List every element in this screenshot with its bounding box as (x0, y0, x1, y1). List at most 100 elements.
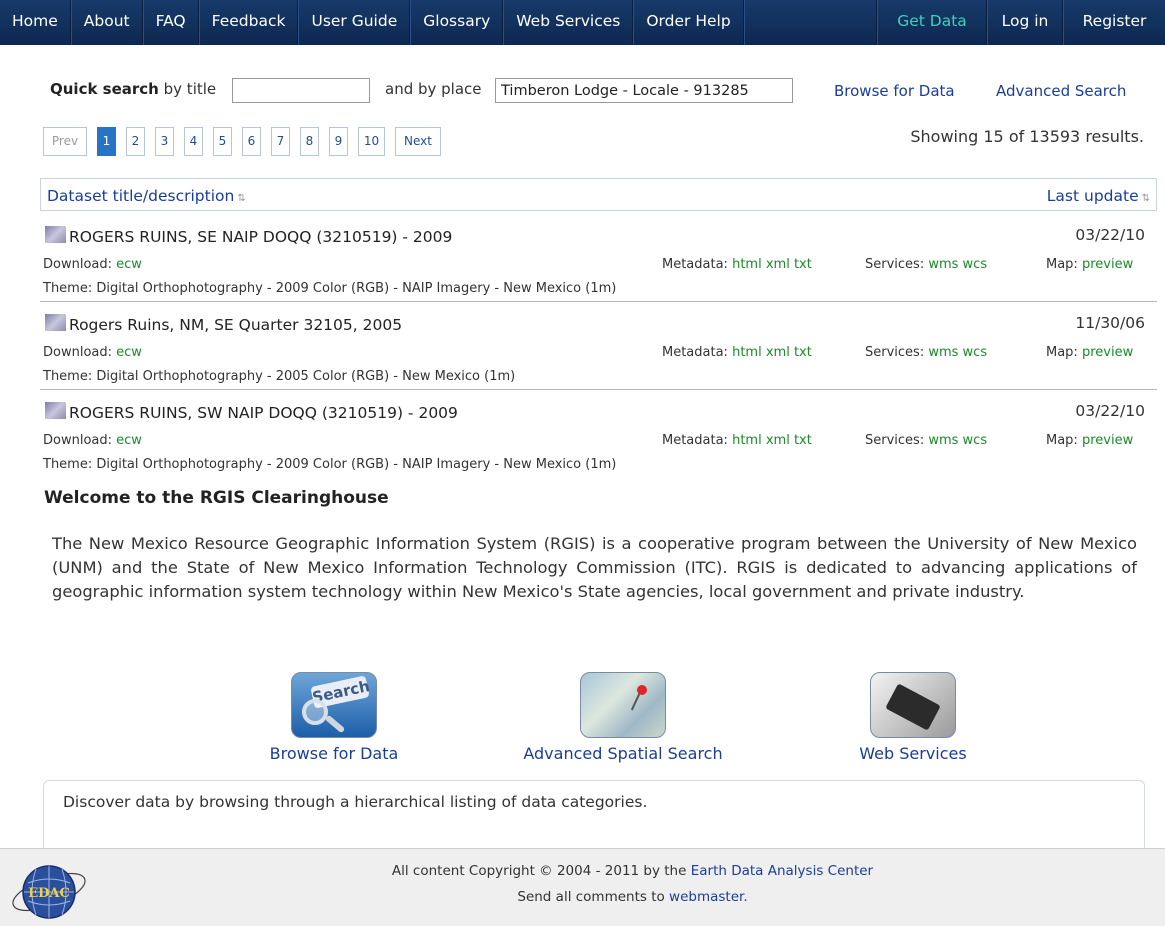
metadata-info: Metadata: html xml txt (662, 345, 812, 360)
services-info: Services: wms wcs (865, 433, 987, 448)
metadata-info: Metadata: html xml txt (662, 257, 812, 272)
place-search-input[interactable] (495, 78, 793, 103)
web-services-feature[interactable]: Web Services (843, 672, 983, 763)
services-links[interactable]: wms wcs (928, 345, 987, 360)
advanced-spatial-search-label[interactable]: Advanced Spatial Search (518, 744, 728, 763)
advanced-search-link[interactable]: Advanced Search (996, 82, 1126, 100)
metadata-label: Metadata: (662, 433, 728, 448)
comments-text: Send all comments to (517, 889, 665, 905)
dataset-theme: Theme: Digital Orthophotography - 2009 C… (43, 457, 617, 472)
copyright-text: All content Copyright © 2004 - 2011 by t… (391, 863, 687, 879)
map-info: Map: preview (1046, 257, 1133, 272)
nav-spacer (743, 0, 877, 45)
map-label: Map: (1046, 345, 1078, 360)
magnifier-lens-icon (302, 699, 328, 725)
next-page-button[interactable]: Next (395, 127, 441, 156)
table-row: ROGERS RUINS, SE NAIP DOQQ (3210519) - 2… (40, 215, 1157, 302)
page-4-button[interactable]: 4 (184, 127, 203, 156)
services-links[interactable]: wms wcs (928, 257, 987, 272)
services-info: Services: wms wcs (865, 345, 987, 360)
nav-feedback[interactable]: Feedback (198, 0, 299, 45)
edac-link[interactable]: Earth Data Analysis Center (691, 863, 873, 879)
dataset-title-link[interactable]: ROGERS RUINS, SW NAIP DOQQ (3210519) - 2… (69, 404, 458, 422)
browse-for-data-feature[interactable]: Search Browse for Data (264, 672, 404, 763)
search-icon[interactable]: Search (291, 672, 377, 738)
top-nav: Home About FAQ Feedback User Guide Gloss… (0, 0, 1165, 45)
table-row: ROGERS RUINS, SW NAIP DOQQ (3210519) - 2… (40, 391, 1157, 478)
nav-user-guide[interactable]: User Guide (298, 0, 411, 45)
page-6-button[interactable]: 6 (242, 127, 261, 156)
page-9-button[interactable]: 9 (329, 127, 348, 156)
last-update-date: 03/22/10 (1075, 402, 1145, 420)
metadata-info: Metadata: html xml txt (662, 433, 812, 448)
map-pin-icon[interactable] (580, 672, 666, 738)
page-8-button[interactable]: 8 (300, 127, 319, 156)
services-info: Services: wms wcs (865, 257, 987, 272)
page-1-button[interactable]: 1 (97, 127, 116, 156)
webmaster-link[interactable]: webmaster. (669, 889, 748, 905)
title-column-label: Dataset title/description (47, 187, 235, 205)
download-ecw-link[interactable]: ecw (116, 257, 142, 272)
dataset-thumbnail-icon (45, 226, 66, 243)
map-preview-link[interactable]: preview (1082, 257, 1133, 272)
dataset-theme: Theme: Digital Orthophotography - 2005 C… (43, 369, 516, 384)
web-services-label[interactable]: Web Services (843, 744, 983, 763)
table-row: Rogers Ruins, NM, SE Quarter 32105, 2005… (40, 303, 1157, 390)
nav-get-data[interactable]: Get Data (877, 0, 987, 45)
advanced-spatial-search-feature[interactable]: Advanced Spatial Search (518, 672, 728, 763)
download-ecw-link[interactable]: ecw (116, 433, 142, 448)
nav-register[interactable]: Register (1063, 0, 1165, 45)
date-column-label: Last update (1046, 187, 1139, 205)
browse-for-data-link[interactable]: Browse for Data (834, 82, 955, 100)
sort-by-title-header[interactable]: Dataset title/description ⇅ (47, 187, 246, 205)
nav-about[interactable]: About (70, 0, 143, 45)
nav-home[interactable]: Home (0, 0, 71, 45)
pagination: Prev 1 2 3 4 5 6 7 8 9 10 Next (43, 127, 451, 156)
map-label: Map: (1046, 257, 1078, 272)
nav-glossary[interactable]: Glossary (410, 0, 504, 45)
nav-web-services[interactable]: Web Services (503, 0, 634, 45)
download-label: Download: (43, 433, 112, 448)
map-preview-link[interactable]: preview (1082, 345, 1133, 360)
results-count: Showing 15 of 13593 results. (910, 127, 1144, 146)
download-info: Download: ecw (43, 345, 142, 360)
page-10-button[interactable]: 10 (358, 127, 385, 156)
page-5-button[interactable]: 5 (213, 127, 232, 156)
comments-line: Send all comments to webmaster. (0, 889, 1165, 905)
services-label: Services: (865, 433, 925, 448)
quick-search-bold: Quick search (50, 80, 159, 98)
metadata-links[interactable]: html xml txt (732, 433, 812, 448)
dataset-thumbnail-icon (45, 402, 66, 419)
services-label: Services: (865, 257, 925, 272)
nav-order-help[interactable]: Order Help (633, 0, 744, 45)
dataset-title-link[interactable]: ROGERS RUINS, SE NAIP DOQQ (3210519) - 2… (69, 228, 452, 246)
download-info: Download: ecw (43, 257, 142, 272)
metadata-label: Metadata: (662, 345, 728, 360)
nav-login[interactable]: Log in (987, 0, 1063, 45)
page-7-button[interactable]: 7 (271, 127, 290, 156)
last-update-date: 03/22/10 (1075, 226, 1145, 244)
metadata-links[interactable]: html xml txt (732, 345, 812, 360)
page-2-button[interactable]: 2 (126, 127, 145, 156)
nav-faq[interactable]: FAQ (142, 0, 199, 45)
metadata-label: Metadata: (662, 257, 728, 272)
download-info: Download: ecw (43, 433, 142, 448)
welcome-paragraph: The New Mexico Resource Geographic Infor… (52, 534, 1137, 601)
metadata-links[interactable]: html xml txt (732, 257, 812, 272)
download-label: Download: (43, 257, 112, 272)
device-body-icon (885, 683, 941, 731)
device-icon[interactable] (870, 672, 956, 738)
by-place-label: and by place (385, 80, 482, 98)
sort-by-date-header[interactable]: Last update ⇅ (1047, 187, 1150, 205)
map-preview-link[interactable]: preview (1082, 433, 1133, 448)
services-links[interactable]: wms wcs (928, 433, 987, 448)
dataset-title-link[interactable]: Rogers Ruins, NM, SE Quarter 32105, 2005 (69, 316, 402, 334)
prev-page-button[interactable]: Prev (43, 127, 87, 156)
page-3-button[interactable]: 3 (155, 127, 174, 156)
browse-for-data-label[interactable]: Browse for Data (264, 744, 404, 763)
services-label: Services: (865, 345, 925, 360)
footer: EDAC All content Copyright © 2004 - 2011… (0, 848, 1165, 926)
title-search-input[interactable] (232, 78, 370, 103)
welcome-heading: Welcome to the RGIS Clearinghouse (44, 488, 389, 508)
download-ecw-link[interactable]: ecw (116, 345, 142, 360)
